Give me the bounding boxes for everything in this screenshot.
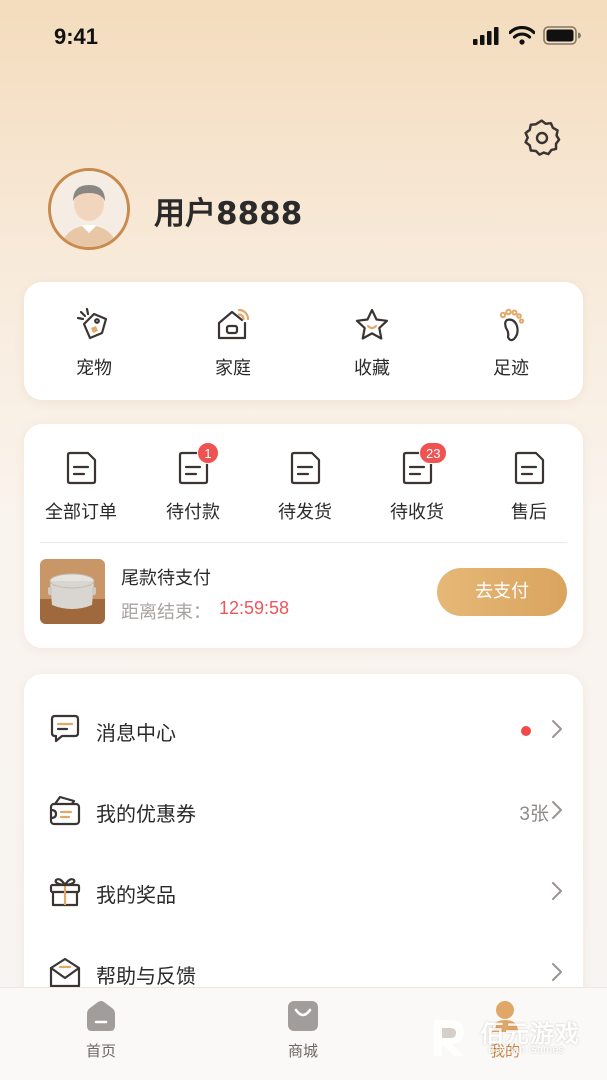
settings-button[interactable] (522, 118, 562, 158)
order-label: 待收货 (390, 502, 444, 523)
divider (40, 542, 567, 543)
tab-label: 首页 (85, 1042, 116, 1060)
order-item-pending-receipt[interactable]: 23 待收货 (367, 442, 467, 524)
footprint-icon (499, 308, 525, 342)
status-icons (473, 26, 581, 45)
status-bar: 9:41 (0, 0, 607, 72)
quick-label: 宠物 (76, 358, 112, 379)
status-time: 9:41 (54, 24, 99, 49)
menu-row-prizes[interactable]: 我的奖品 (24, 852, 583, 932)
avatar[interactable] (48, 168, 130, 250)
product-thumbnail-image (40, 559, 105, 624)
order-label: 待付款 (166, 502, 220, 523)
menu-label: 消息中心 (96, 721, 176, 745)
tab-label: 商城 (287, 1042, 318, 1060)
unread-dot (521, 726, 531, 736)
orders-card: 全部订单 1 待付款 待发货 23 待收货 售后 尾款待支付 距离结束： 12:… (24, 424, 583, 648)
quick-actions-card: 宠物 家庭 收藏 足迹 (24, 282, 583, 400)
quick-item-favorites[interactable]: 收藏 (322, 306, 422, 380)
pending-title: 尾款待支付 (121, 568, 211, 589)
quick-item-pet[interactable]: 宠物 (44, 306, 144, 380)
count-badge: 23 (419, 442, 448, 464)
watermark-logo: 佰元游戏 Bayuan Games (430, 1010, 600, 1066)
quick-item-home[interactable]: 家庭 (183, 306, 283, 380)
chevron-right-icon (552, 801, 562, 819)
home-icon (87, 1001, 115, 1031)
menu-label: 我的优惠券 (96, 802, 196, 826)
menu-label: 我的奖品 (96, 883, 176, 907)
quick-label: 收藏 (354, 358, 390, 379)
quick-label: 家庭 (215, 358, 251, 379)
chevron-right-icon (552, 720, 562, 738)
quick-item-footprint[interactable]: 足迹 (461, 306, 561, 380)
message-icon (50, 714, 80, 743)
coupon-count: 3张 (519, 804, 549, 825)
menu-card: 消息中心 我的优惠券 3张 我的奖品 帮助与反馈 (24, 674, 583, 1004)
order-item-all[interactable]: 全部订单 (31, 450, 131, 524)
chevron-right-icon (552, 963, 562, 981)
wifi-icon (509, 26, 535, 45)
menu-row-coupons[interactable]: 我的优惠券 3张 (24, 771, 583, 851)
tab-shop[interactable]: 商城 (253, 1000, 353, 1061)
order-item-pending-shipment[interactable]: 待发货 (255, 450, 355, 524)
quick-label: 足迹 (493, 358, 529, 379)
gift-icon (49, 878, 81, 907)
smart-home-icon (217, 308, 250, 340)
star-icon (355, 308, 389, 340)
order-doc-icon (290, 451, 321, 485)
watermark-mark-icon (434, 1020, 464, 1056)
order-doc-icon (66, 451, 97, 485)
product-thumbnail[interactable] (40, 559, 105, 624)
username[interactable]: 用户8888 (154, 188, 302, 233)
menu-row-messages[interactable]: 消息中心 (24, 690, 583, 770)
count-badge: 1 (197, 442, 219, 464)
order-doc-icon (514, 451, 545, 485)
shopping-bag-icon (288, 1001, 318, 1031)
countdown-label: 距离结束： (121, 602, 211, 623)
pet-tag-icon (76, 307, 108, 340)
order-label: 售后 (511, 502, 547, 523)
coupon-wallet-icon (49, 795, 81, 826)
order-item-pending-payment[interactable]: 1 待付款 (143, 442, 243, 524)
chevron-right-icon (552, 882, 562, 900)
tab-home[interactable]: 首页 (51, 1000, 151, 1061)
mail-feedback-icon (49, 957, 81, 988)
signal-icon (473, 26, 499, 45)
order-label: 待发货 (278, 502, 332, 523)
gear-icon (524, 119, 561, 156)
menu-label: 帮助与反馈 (96, 964, 196, 988)
order-label: 全部订单 (45, 502, 117, 523)
watermark-subtext: Bayuan Games (488, 1044, 564, 1056)
battery-icon (543, 26, 581, 45)
order-item-after-sales[interactable]: 售后 (479, 450, 579, 524)
countdown-timer: 12:59:58 (219, 598, 290, 618)
avatar-person-icon (51, 171, 127, 247)
pay-button[interactable]: 去支付 (437, 568, 567, 616)
